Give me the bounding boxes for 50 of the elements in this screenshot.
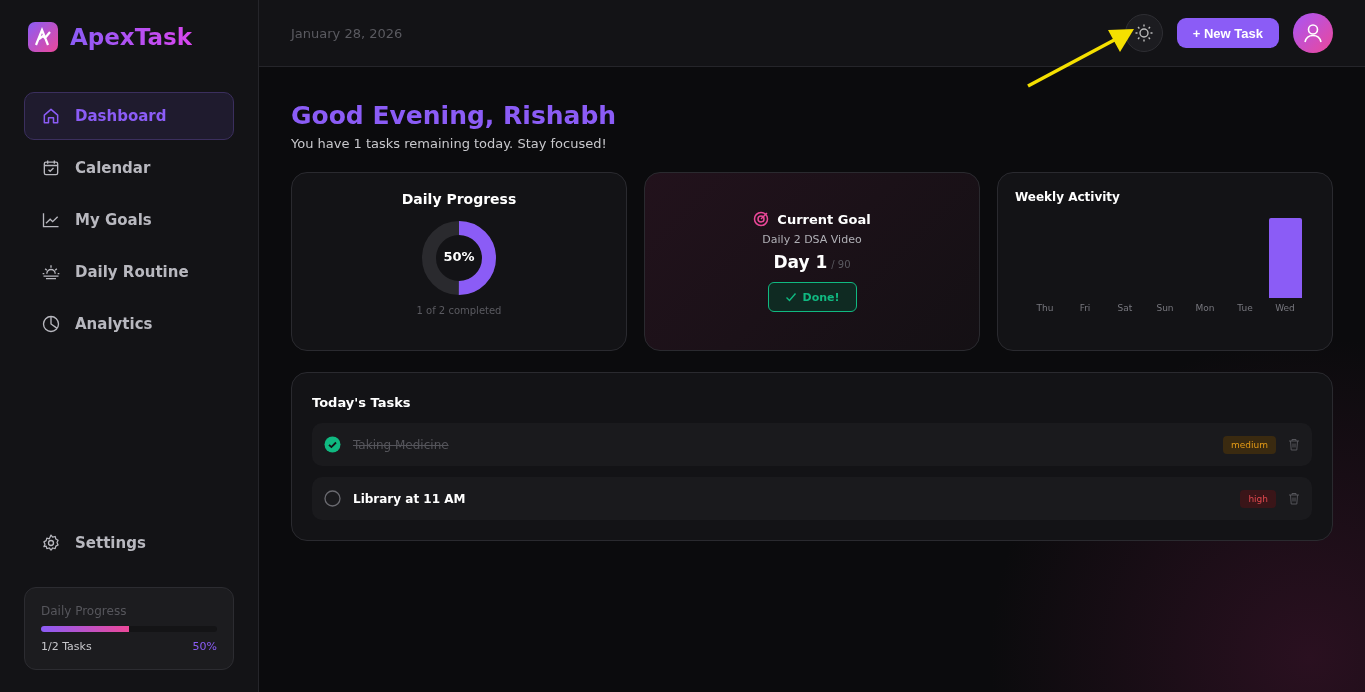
chart-icon (41, 210, 61, 230)
day-label: Fri (1079, 303, 1091, 313)
day-label: Thu (1036, 303, 1054, 313)
calendar-icon (41, 158, 61, 178)
settings-item[interactable]: Settings (24, 519, 234, 567)
theme-toggle-button[interactable] (1124, 14, 1163, 52)
card-title: Today's Tasks (312, 395, 412, 410)
avatar-button[interactable] (1293, 13, 1333, 53)
day-label: Mon (1195, 303, 1215, 313)
task-label: Taking Medicine (353, 437, 450, 452)
task-label: Library at 11 AM (353, 491, 467, 506)
greeting-subtitle: You have 1 tasks remaining today. Stay focused! (291, 136, 608, 151)
progress-title: Daily Progress (41, 604, 128, 618)
sun-icon (1133, 23, 1154, 43)
nav-item[interactable]: Dashboard (24, 92, 234, 140)
progress-percent: 50% (442, 249, 476, 264)
user-icon (1302, 22, 1324, 44)
day-label: Sun (1156, 303, 1174, 313)
card-title: Weekly Activity (1015, 190, 1121, 204)
target-icon (753, 211, 770, 227)
date-label: January 28, 2026 (291, 25, 404, 41)
check-circle-icon[interactable] (324, 436, 341, 453)
new-task-button[interactable]: + New Task (1176, 18, 1279, 48)
day-label: Wed (1275, 303, 1295, 313)
nav-item[interactable]: Analytics (24, 300, 234, 348)
goal-day: Day 1 (773, 252, 828, 272)
check-icon (784, 291, 797, 303)
goal-title: Current Goal (777, 211, 871, 227)
checkbox-circle-icon[interactable] (324, 490, 341, 507)
done-button[interactable]: Done! (767, 282, 857, 312)
settings-icon (41, 533, 61, 553)
nav-item[interactable]: Daily Routine (24, 248, 234, 296)
logo-icon (28, 22, 58, 52)
progress-percent: 50% (192, 640, 217, 653)
card-title: Daily Progress (401, 191, 517, 207)
priority-tag: high (1240, 489, 1276, 508)
tasks-count: 1/2 Tasks (41, 640, 92, 653)
home-icon (41, 106, 61, 126)
progress-caption: 1 of 2 completed (416, 305, 502, 316)
day-label: Tue (1237, 303, 1253, 313)
sunrise-icon (41, 262, 61, 282)
brand-name: ApexTask (70, 24, 192, 50)
day-label: Sat (1117, 303, 1133, 313)
goal-total: / 90 (831, 259, 851, 270)
greeting-title: Good Evening, Rishabh (291, 101, 618, 130)
goal-name: Daily 2 DSA Video (762, 233, 862, 246)
nav-item[interactable]: My Goals (24, 196, 234, 244)
pie-icon (41, 314, 61, 334)
nav-item[interactable]: Calendar (24, 144, 234, 192)
priority-tag: medium (1223, 435, 1276, 454)
